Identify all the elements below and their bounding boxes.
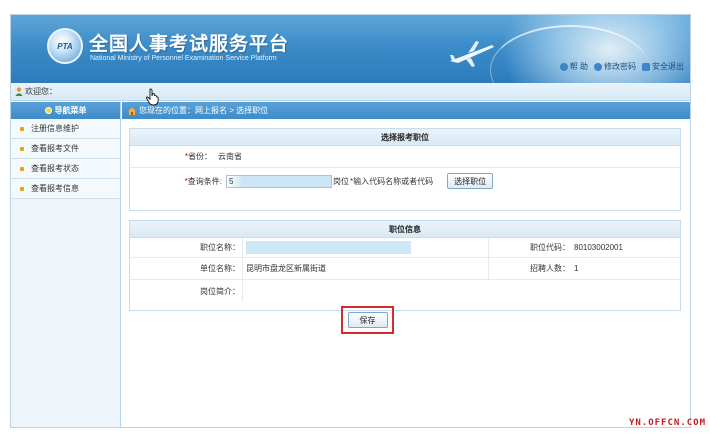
recruit-count-label: 招聘人数： [488, 258, 572, 279]
select-position-button[interactable]: 选择职位 [447, 173, 494, 189]
recruit-count-value: 1 [574, 264, 579, 273]
sidebar-item-label: 查看报考文件 [31, 144, 79, 153]
province-label-wrap: *省份： [130, 151, 212, 162]
help-icon [559, 62, 568, 71]
key-icon [594, 62, 602, 71]
condition-input[interactable] [226, 174, 332, 188]
position-code-value: 80103002001 [574, 243, 623, 252]
sidebar: 导航菜单 注册信息维护 查看报考文件 查看报考状态 查看报考信息 [11, 102, 121, 427]
change-password-link[interactable]: 修改密码 [594, 61, 636, 72]
condition-label-wrap: *查询条件: [130, 176, 222, 187]
help-label: 帮 助 [569, 62, 588, 71]
select-position-title: 选择报考职位 [130, 129, 680, 146]
site-header: PTA 全国人事考试服务平台 National Ministry of Pers… [11, 15, 690, 83]
help-link[interactable]: 帮 助 [559, 61, 588, 72]
province-label: 省份： [188, 152, 212, 161]
breadcrumb: 您现在的位置：网上报名 > 选择职位 [122, 102, 690, 119]
sidebar-title: 导航菜单 [11, 102, 120, 119]
hand-cursor-icon [146, 88, 159, 106]
position-intro-label: 岗位简介： [130, 280, 242, 302]
welcome-text: 欢迎您： [25, 87, 57, 96]
exit-icon [642, 62, 650, 71]
sidebar-title-text: 导航菜单 [54, 106, 87, 115]
unit-name-value: 昆明市盘龙区新属街道 [242, 258, 488, 279]
position-code-label: 职位代码： [488, 238, 572, 257]
position-info-title: 职位信息 [130, 221, 680, 238]
province-value: 云南省 [218, 152, 242, 161]
welcome-bar: 欢迎您： [11, 83, 690, 101]
unit-name-row: 单位名称： 昆明市盘龙区新属街道 招聘人数： 1 [130, 258, 680, 280]
logo-text: PTA [57, 42, 73, 51]
logout-label: 安全退出 [652, 62, 684, 71]
change-password-label: 修改密码 [604, 62, 636, 71]
site-logo: PTA [47, 28, 83, 64]
sidebar-item-exam-files[interactable]: 查看报考文件 [11, 139, 120, 159]
sidebar-item-exam-status[interactable]: 查看报考状态 [11, 159, 120, 179]
select-position-panel: 选择报考职位 *省份： 云南省 *查询条件: 岗位 * 输入代码名称或者代码 选… [129, 128, 681, 211]
position-name-cell [242, 238, 488, 257]
position-name-label: 职位名称： [130, 238, 242, 257]
unit-name-label: 单位名称： [130, 258, 242, 279]
sidebar-item-exam-info[interactable]: 查看报考信息 [11, 179, 120, 199]
save-button[interactable]: 保存 [347, 312, 388, 328]
menu-bullet-icon [44, 107, 52, 114]
position-info-panel: 职位信息 职位名称： 职位代码： 80103002001 单位名称： 昆明市盘龙… [129, 220, 681, 311]
logout-link[interactable]: 安全退出 [642, 61, 684, 72]
site-watermark: YN.OFFCN.COM [628, 418, 706, 428]
breadcrumb-text: 您现在的位置：网上报名 > 选择职位 [139, 106, 269, 115]
site-subtitle: National Ministry of Personnel Examinati… [90, 55, 277, 62]
sidebar-item-label: 注册信息维护 [31, 124, 79, 133]
condition-label: 查询条件: [187, 176, 222, 186]
sidebar-item-label: 查看报考状态 [31, 164, 79, 173]
site-title: 全国人事考试服务平台 [89, 33, 290, 55]
position-intro-row: 岗位简介： [130, 280, 680, 302]
sidebar-item-registration[interactable]: 注册信息维护 [11, 119, 120, 139]
sidebar-item-label: 查看报考信息 [31, 184, 79, 193]
home-icon [128, 107, 136, 115]
save-highlight: 保存 [341, 306, 394, 334]
province-row: *省份： 云南省 [130, 146, 680, 168]
position-intro-value [242, 280, 680, 302]
condition-row: *查询条件: 岗位 * 输入代码名称或者代码 选择职位 [130, 168, 680, 194]
position-name-row: 职位名称： 职位代码： 80103002001 [130, 238, 680, 258]
position-name-value [246, 241, 411, 254]
user-icon [15, 87, 23, 96]
post-suffix: 岗位 [333, 176, 349, 186]
app-frame: PTA 全国人事考试服务平台 National Ministry of Pers… [10, 14, 691, 428]
header-links: 帮 助 修改密码 安全退出 [559, 61, 684, 72]
airplane-icon [450, 41, 494, 67]
condition-hint: 输入代码名称或者代码 [353, 176, 434, 186]
